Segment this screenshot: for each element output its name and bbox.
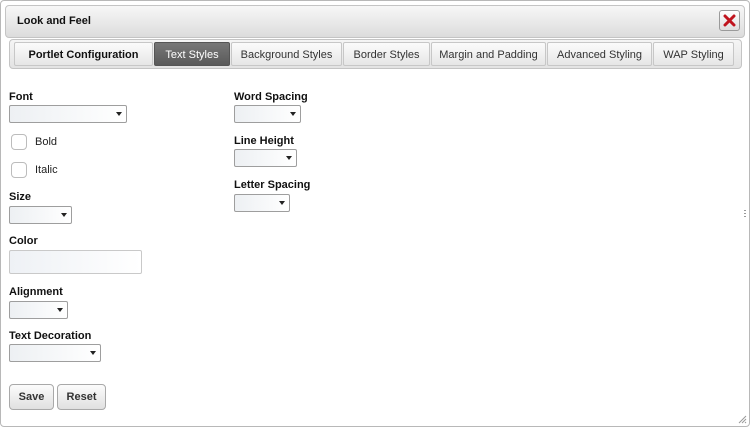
text-decoration-select[interactable] <box>9 344 101 362</box>
tab-background-styles[interactable]: Background Styles <box>231 42 342 66</box>
line-height-label: Line Height <box>234 135 294 147</box>
italic-checkbox[interactable] <box>11 162 27 178</box>
color-input[interactable] <box>9 250 142 274</box>
look-and-feel-dialog: Look and Feel Portlet Configuration Text… <box>0 0 750 427</box>
tab-label: Advanced Styling <box>557 49 642 61</box>
dialog-titlebar[interactable]: Look and Feel <box>5 5 745 38</box>
tab-text-styles[interactable]: Text Styles <box>154 42 230 66</box>
word-spacing-select[interactable] <box>234 105 301 123</box>
resize-handle-right[interactable] <box>744 210 747 222</box>
letter-spacing-select[interactable] <box>234 194 290 212</box>
resize-handle-bottom[interactable] <box>371 421 380 426</box>
resize-grip-corner-icon[interactable] <box>738 415 747 426</box>
alignment-label: Alignment <box>9 286 63 298</box>
close-icon <box>723 14 736 27</box>
chevron-down-icon <box>53 302 67 318</box>
line-height-select[interactable] <box>234 149 297 167</box>
letter-spacing-label: Letter Spacing <box>234 179 311 191</box>
tab-margin-and-padding[interactable]: Margin and Padding <box>431 42 546 66</box>
reset-button[interactable]: Reset <box>57 384 106 410</box>
chevron-down-icon <box>57 207 71 223</box>
tab-label: Border Styles <box>353 49 420 61</box>
tab-label: Text Styles <box>165 49 219 61</box>
word-spacing-label: Word Spacing <box>234 91 308 103</box>
alignment-select[interactable] <box>9 301 68 319</box>
font-label: Font <box>9 91 33 103</box>
tab-advanced-styling[interactable]: Advanced Styling <box>547 42 652 66</box>
tab-wap-styling[interactable]: WAP Styling <box>653 42 734 66</box>
font-select[interactable] <box>9 105 127 123</box>
chevron-down-icon <box>286 106 300 122</box>
text-decoration-label: Text Decoration <box>9 330 92 342</box>
italic-label: Italic <box>35 164 58 176</box>
chevron-down-icon <box>112 106 126 122</box>
chevron-down-icon <box>275 195 289 211</box>
close-button[interactable] <box>719 10 740 31</box>
tab-portlet-configuration[interactable]: Portlet Configuration <box>14 42 153 66</box>
tab-label: Portlet Configuration <box>28 49 139 61</box>
chevron-down-icon <box>282 150 296 166</box>
tab-label: Margin and Padding <box>439 49 538 61</box>
color-label: Color <box>9 235 38 247</box>
bold-label: Bold <box>35 136 58 148</box>
save-button[interactable]: Save <box>9 384 54 410</box>
size-label: Size <box>9 191 32 203</box>
tab-label: Background Styles <box>240 49 333 61</box>
size-select[interactable] <box>9 206 72 224</box>
chevron-down-icon <box>86 345 100 361</box>
tab-label: WAP Styling <box>663 49 724 61</box>
tab-bar: Portlet Configuration Text Styles Backgr… <box>9 39 742 69</box>
dialog-title: Look and Feel <box>17 15 91 27</box>
bold-checkbox[interactable] <box>11 134 27 150</box>
tab-border-styles[interactable]: Border Styles <box>343 42 430 66</box>
